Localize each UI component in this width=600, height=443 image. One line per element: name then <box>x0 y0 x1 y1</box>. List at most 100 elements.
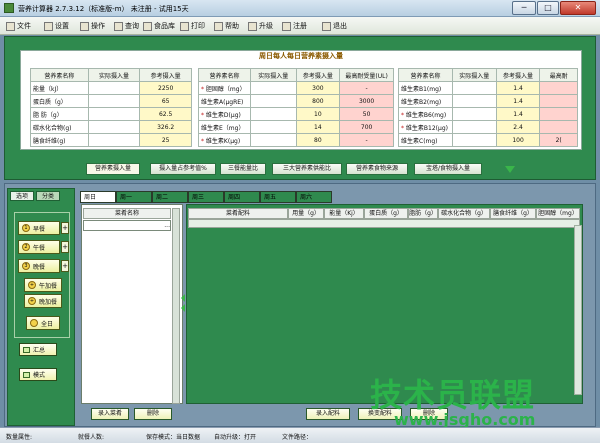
menu-food-library[interactable]: 食品库 <box>143 20 175 32</box>
ingredient-grid-row[interactable] <box>188 219 580 228</box>
tab-tuesday[interactable]: 周二 <box>152 191 188 203</box>
collapse-arrow-icon[interactable] <box>505 166 515 173</box>
table-row: 维生素E（mg） 14 700 <box>198 120 394 134</box>
dinner-add-button[interactable]: + <box>61 260 69 272</box>
lunch-add-button[interactable]: + <box>61 241 69 253</box>
tab-sunday[interactable]: 周日 <box>80 191 116 203</box>
dish-row-editor[interactable]: ... <box>83 220 171 231</box>
actual-intake[interactable] <box>451 81 497 95</box>
status-save-mode: 保存模式：当日数据 <box>146 434 201 441</box>
max-intake: 700 <box>339 120 394 134</box>
delete-dish-button[interactable]: 删除 <box>134 408 172 420</box>
register-icon <box>282 21 291 31</box>
evening-snack-button[interactable]: + 晚加餐 <box>24 294 62 308</box>
actual-intake[interactable] <box>249 81 297 95</box>
mode-button[interactable]: 模式 <box>19 368 57 381</box>
actual-intake[interactable] <box>451 120 497 134</box>
nutrient-name: 维生素C(mg) <box>398 133 453 147</box>
max-intake: - <box>339 81 394 95</box>
menu-operate[interactable]: 操作 <box>80 20 105 32</box>
search-icon <box>114 21 123 31</box>
breakfast-add-button[interactable]: + <box>61 222 69 234</box>
col-max: 最高耐 <box>539 68 578 82</box>
dish-list[interactable] <box>81 204 183 404</box>
max-intake: 50 <box>339 107 394 121</box>
menu-register[interactable]: 注册 <box>282 20 307 32</box>
col-ref: 参考摄入量 <box>139 68 192 82</box>
menu-exit[interactable]: 退出 <box>322 20 347 32</box>
actual-intake[interactable] <box>249 120 297 134</box>
ref-intake: 62.5 <box>139 107 192 121</box>
dish-scrollbar[interactable] <box>172 208 180 404</box>
actual-intake[interactable] <box>451 94 497 108</box>
tab-thursday[interactable]: 周四 <box>224 191 260 203</box>
table-row: 蛋白质（g） 65 <box>30 94 192 108</box>
tab-meal-energy[interactable]: 三餐能量比 <box>220 163 266 175</box>
status-people: 就餐人数: <box>78 434 105 441</box>
afternoon-snack-button[interactable]: + 午加餐 <box>24 278 62 292</box>
tab-pagoda-intake[interactable]: 宝塔/食物摄入量 <box>414 163 482 175</box>
all-day-button[interactable]: 全日 <box>26 316 60 330</box>
summary-button[interactable]: 汇总 <box>19 343 57 356</box>
ellipsis-button[interactable]: ... <box>164 222 170 229</box>
close-button[interactable]: ✕ <box>560 1 596 15</box>
nutrient-name: 蛋白质（g） <box>30 94 89 108</box>
max-intake: 3000 <box>339 94 394 108</box>
tab-macro-energy[interactable]: 三大营养素供能比 <box>272 163 342 175</box>
ref-intake: 80 <box>295 133 341 147</box>
add-ingredient-button[interactable]: 录入配料 <box>306 408 350 420</box>
tab-wednesday[interactable]: 周三 <box>188 191 224 203</box>
actual-intake[interactable] <box>249 107 297 121</box>
nutrient-name: 维生素B2(mg) <box>398 94 453 108</box>
menu-search[interactable]: 查询 <box>114 20 139 32</box>
actual-intake[interactable] <box>451 133 497 147</box>
vitamin-table-1: 营养素名称 实际摄入量 参考摄入量 最高耐受量(UL) * 胆固醇（mg） 300- 维… <box>198 68 394 147</box>
actual-intake[interactable] <box>87 107 141 121</box>
tab-intake-percent[interactable]: 摄入量占参考值% <box>150 163 216 175</box>
maximize-button[interactable]: □ <box>537 1 559 15</box>
menu-help[interactable]: 帮助 <box>214 20 239 32</box>
col-fat: 脂肪（g） <box>408 208 438 219</box>
actual-intake[interactable] <box>249 94 297 108</box>
toolbar: 文件 设置 操作 查询 食品库 打印 帮助 升级 注册 退出 <box>0 17 600 35</box>
table-row: 维生素B1(mg) 1.4 <box>398 81 578 95</box>
menu-upgrade[interactable]: 升级 <box>248 20 273 32</box>
actual-intake[interactable] <box>87 133 141 147</box>
tab-monday[interactable]: 周一 <box>116 191 152 203</box>
nutrient-name: * 维生素D(μg) <box>198 107 251 121</box>
actual-intake[interactable] <box>87 81 141 95</box>
intake-sheet-title: 周日每人每日营养素摄入量 <box>259 52 343 60</box>
ref-intake: 800 <box>295 94 341 108</box>
menu-settings[interactable]: 设置 <box>44 20 69 32</box>
status-auto-upgrade: 自动升级：打开 <box>214 434 257 441</box>
lunch-button[interactable]: 2 午餐 <box>18 240 60 254</box>
table-row: 膳食纤维(g) 25 <box>30 133 192 147</box>
tab-nutrient-intake[interactable]: 营养素摄入量 <box>86 163 140 175</box>
nutrient-name: 碳水化合物(g) <box>30 120 89 134</box>
menu-file[interactable]: 文件 <box>6 20 31 32</box>
actual-intake[interactable] <box>87 120 141 134</box>
tab-options[interactable]: 选项 <box>10 191 34 201</box>
col-name: 营养素名称 <box>30 68 89 82</box>
tab-saturday[interactable]: 周六 <box>296 191 332 203</box>
upgrade-icon <box>248 21 257 31</box>
vitamin-table-2: 营养素名称 实际摄入量 参考摄入量 最高耐 维生素B1(mg) 1.4 维生素B2(mg… <box>398 68 578 147</box>
minimize-button[interactable]: ─ <box>512 1 536 15</box>
actual-intake[interactable] <box>451 107 497 121</box>
help-icon <box>214 21 223 31</box>
star-marker: * <box>201 137 204 145</box>
tab-friday[interactable]: 周五 <box>260 191 296 203</box>
tab-categories[interactable]: 分类 <box>36 191 60 201</box>
add-dish-button[interactable]: 录入菜肴 <box>91 408 129 420</box>
menu-print[interactable]: 打印 <box>180 20 205 32</box>
table-row: 维生素C(mg) 100 2( <box>398 133 578 147</box>
nutrient-name: 维生素E（mg） <box>198 120 251 134</box>
actual-intake[interactable] <box>249 133 297 147</box>
dinner-button[interactable]: 3 晚餐 <box>18 259 60 273</box>
col-amount: 用量（g） <box>288 208 324 219</box>
ref-intake: 10 <box>295 107 341 121</box>
breakfast-button[interactable]: 1 早餐 <box>18 221 60 235</box>
tab-food-source[interactable]: 营养素食物来源 <box>346 163 408 175</box>
basic-nutrient-table: 营养素名称 实际摄入量 参考摄入量 能量（kJ） 2250 蛋白质（g） 65 脂 肪（… <box>30 68 192 147</box>
actual-intake[interactable] <box>87 94 141 108</box>
